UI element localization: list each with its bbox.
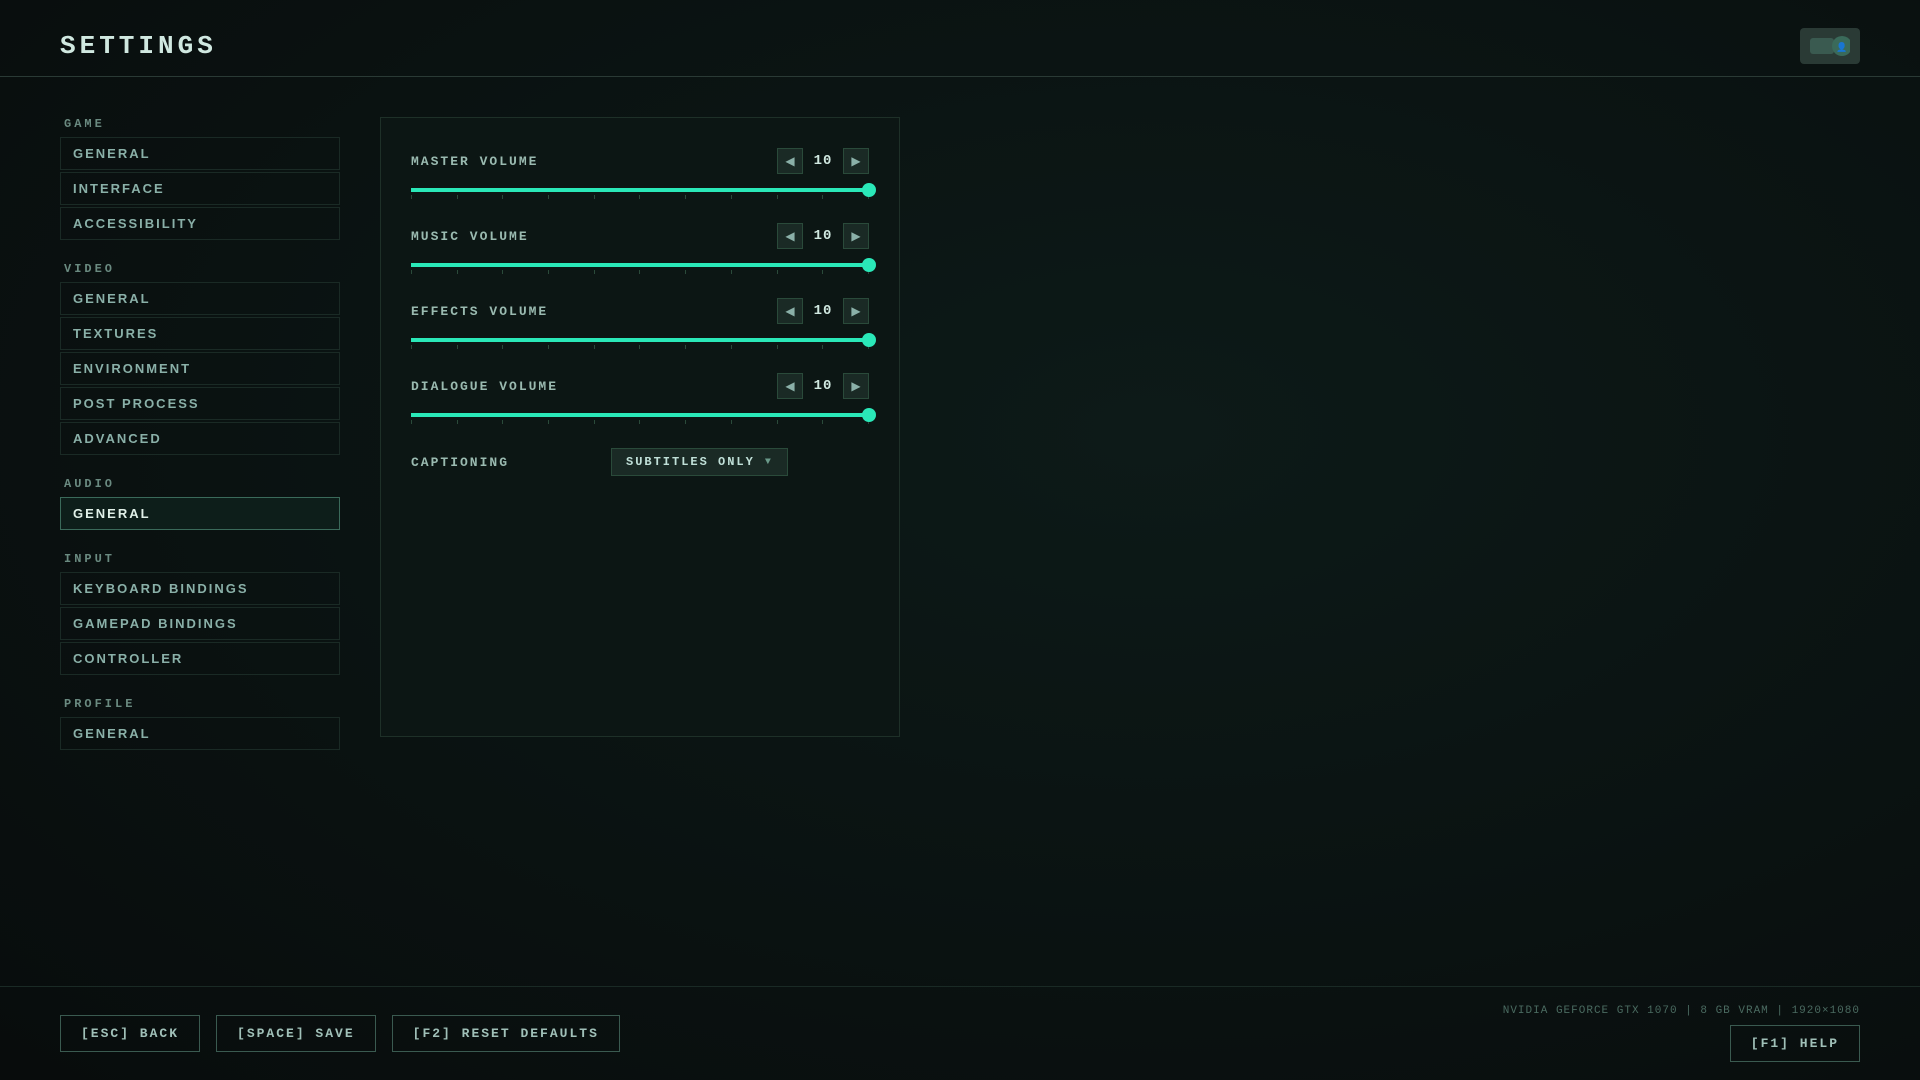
effects-volume-decrement-button[interactable]: ◀ bbox=[777, 298, 803, 324]
music-volume-value: 10 bbox=[811, 228, 835, 244]
sidebar-section-input: INPUT bbox=[60, 552, 340, 566]
captioning-row: CAPTIONING SUBTITLES ONLY ▼ bbox=[411, 448, 869, 476]
music-volume-label: MUSIC VOLUME bbox=[411, 229, 611, 244]
sidebar-item-input-keyboard[interactable]: KEYBOARD BINDINGS bbox=[60, 572, 340, 605]
sidebar-item-audio-general[interactable]: GENERAL bbox=[60, 497, 340, 530]
setting-row-effects-volume: EFFECTS VOLUME ◀ 10 ▶ bbox=[411, 298, 869, 349]
captioning-value: SUBTITLES ONLY bbox=[626, 455, 755, 469]
captioning-label: CAPTIONING bbox=[411, 455, 611, 470]
master-volume-increment-button[interactable]: ▶ bbox=[843, 148, 869, 174]
dialogue-volume-decrement-button[interactable]: ◀ bbox=[777, 373, 803, 399]
dialogue-volume-label: DIALOGUE VOLUME bbox=[411, 379, 611, 394]
help-button[interactable]: [F1] HELP bbox=[1730, 1025, 1860, 1062]
system-info: NVIDIA GEFORCE GTX 1070 | 8 GB VRAM | 19… bbox=[1503, 1005, 1860, 1017]
sidebar-section-audio: AUDIO bbox=[60, 477, 340, 491]
avatar: 👤 bbox=[1800, 28, 1860, 64]
music-volume-decrement-button[interactable]: ◀ bbox=[777, 223, 803, 249]
setting-row-music-volume: MUSIC VOLUME ◀ 10 ▶ bbox=[411, 223, 869, 274]
sidebar-item-game-interface[interactable]: INTERFACE bbox=[60, 172, 340, 205]
sidebar-item-game-accessibility[interactable]: ACCESSIBILITY bbox=[60, 207, 340, 240]
content-panel: MASTER VOLUME◀10▶MUSIC VOLUME◀10▶EFFECTS… bbox=[380, 117, 900, 737]
music-volume-slider[interactable] bbox=[411, 259, 869, 274]
sidebar-item-video-general[interactable]: GENERAL bbox=[60, 282, 340, 315]
sidebar-item-input-controller[interactable]: CONTROLLER bbox=[60, 642, 340, 675]
effects-volume-increment-button[interactable]: ▶ bbox=[843, 298, 869, 324]
sidebar: GAMEGENERALINTERFACEACCESSIBILITYVIDEOGE… bbox=[60, 117, 340, 987]
effects-volume-label: EFFECTS VOLUME bbox=[411, 304, 611, 319]
dialogue-volume-increment-button[interactable]: ▶ bbox=[843, 373, 869, 399]
sidebar-item-game-general[interactable]: GENERAL bbox=[60, 137, 340, 170]
sidebar-section-profile: PROFILE bbox=[60, 697, 340, 711]
sidebar-item-video-postprocess[interactable]: POST PROCESS bbox=[60, 387, 340, 420]
effects-volume-slider[interactable] bbox=[411, 334, 869, 349]
setting-row-master-volume: MASTER VOLUME ◀ 10 ▶ bbox=[411, 148, 869, 199]
sidebar-item-video-textures[interactable]: TEXTURES bbox=[60, 317, 340, 350]
dialogue-volume-value: 10 bbox=[811, 378, 835, 394]
dialogue-volume-slider[interactable] bbox=[411, 409, 869, 424]
master-volume-slider[interactable] bbox=[411, 184, 869, 199]
sidebar-section-game: GAME bbox=[60, 117, 340, 131]
sidebar-item-video-environment[interactable]: ENVIRONMENT bbox=[60, 352, 340, 385]
master-volume-value: 10 bbox=[811, 153, 835, 169]
reset-defaults-button[interactable]: [F2] RESET DEFAULTS bbox=[392, 1015, 620, 1052]
effects-volume-value: 10 bbox=[811, 303, 835, 319]
sidebar-item-video-advanced[interactable]: ADVANCED bbox=[60, 422, 340, 455]
setting-row-dialogue-volume: DIALOGUE VOLUME ◀ 10 ▶ bbox=[411, 373, 869, 424]
sidebar-item-input-gamepad[interactable]: GAMEPAD BINDINGS bbox=[60, 607, 340, 640]
sidebar-item-profile-general[interactable]: GENERAL bbox=[60, 717, 340, 750]
dropdown-arrow-icon: ▼ bbox=[765, 457, 773, 468]
save-button[interactable]: [SPACE] SAVE bbox=[216, 1015, 376, 1052]
master-volume-decrement-button[interactable]: ◀ bbox=[777, 148, 803, 174]
sidebar-section-video: VIDEO bbox=[60, 262, 340, 276]
svg-text:👤: 👤 bbox=[1836, 41, 1847, 53]
music-volume-increment-button[interactable]: ▶ bbox=[843, 223, 869, 249]
back-button[interactable]: [ESC] BACK bbox=[60, 1015, 200, 1052]
captioning-dropdown[interactable]: SUBTITLES ONLY ▼ bbox=[611, 448, 788, 476]
page-title: SETTINGS bbox=[60, 31, 217, 61]
master-volume-label: MASTER VOLUME bbox=[411, 154, 611, 169]
